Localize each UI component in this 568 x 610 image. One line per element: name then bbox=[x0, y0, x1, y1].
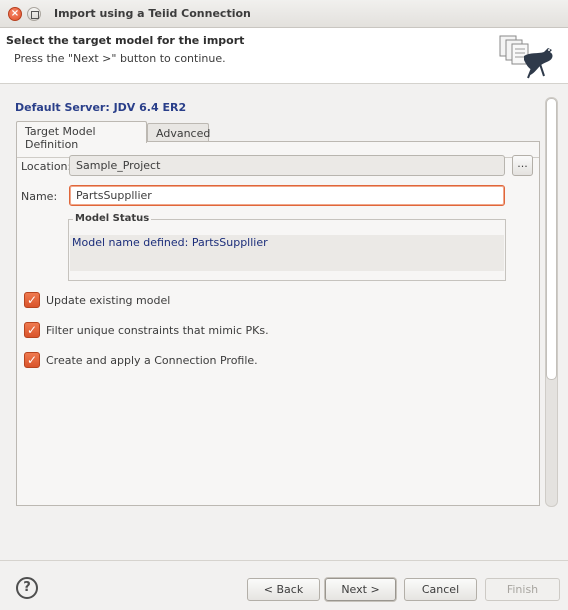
location-label: Location: bbox=[21, 160, 72, 173]
wizard-banner: Select the target model for the import P… bbox=[0, 28, 568, 84]
tab-target-model-definition[interactable]: Target Model Definition bbox=[16, 121, 147, 151]
banner-title: Select the target model for the import bbox=[6, 34, 245, 47]
filter-unique-constraints-checkbox[interactable]: ✓ bbox=[24, 322, 40, 338]
model-status-title: Model Status bbox=[73, 213, 152, 224]
close-window-button[interactable]: × bbox=[8, 7, 22, 21]
filter-unique-constraints-label: Filter unique constraints that mimic PKs… bbox=[46, 324, 269, 337]
browse-location-button[interactable]: ... bbox=[512, 155, 533, 176]
update-existing-model-checkbox[interactable]: ✓ bbox=[24, 292, 40, 308]
back-button[interactable]: < Back bbox=[247, 578, 320, 601]
button-bar-divider bbox=[0, 560, 568, 561]
title-bar: × Import using a Teiid Connection bbox=[0, 0, 568, 28]
window-title: Import using a Teiid Connection bbox=[54, 7, 251, 20]
name-label: Name: bbox=[21, 190, 58, 203]
name-field[interactable]: PartsSuppllier bbox=[69, 185, 505, 206]
location-field[interactable]: Sample_Project bbox=[69, 155, 505, 176]
next-button[interactable]: Next > bbox=[325, 578, 396, 601]
banner-description: Press the "Next >" button to continue. bbox=[14, 52, 226, 65]
import-wizard-icon bbox=[499, 35, 553, 79]
maximize-window-button[interactable] bbox=[27, 7, 41, 21]
help-icon[interactable]: ? bbox=[16, 577, 38, 599]
cancel-button[interactable]: Cancel bbox=[404, 578, 477, 601]
scrollbar-thumb[interactable] bbox=[546, 98, 557, 380]
tab-advanced[interactable]: Advanced bbox=[147, 123, 210, 142]
connection-profile-checkbox[interactable]: ✓ bbox=[24, 352, 40, 368]
default-server-label: Default Server: JDV 6.4 ER2 bbox=[15, 101, 187, 114]
model-status-message: Model name defined: PartsSuppllier bbox=[72, 236, 268, 249]
finish-button[interactable]: Finish bbox=[485, 578, 560, 601]
update-existing-model-label: Update existing model bbox=[46, 294, 171, 307]
connection-profile-label: Create and apply a Connection Profile. bbox=[46, 354, 258, 367]
